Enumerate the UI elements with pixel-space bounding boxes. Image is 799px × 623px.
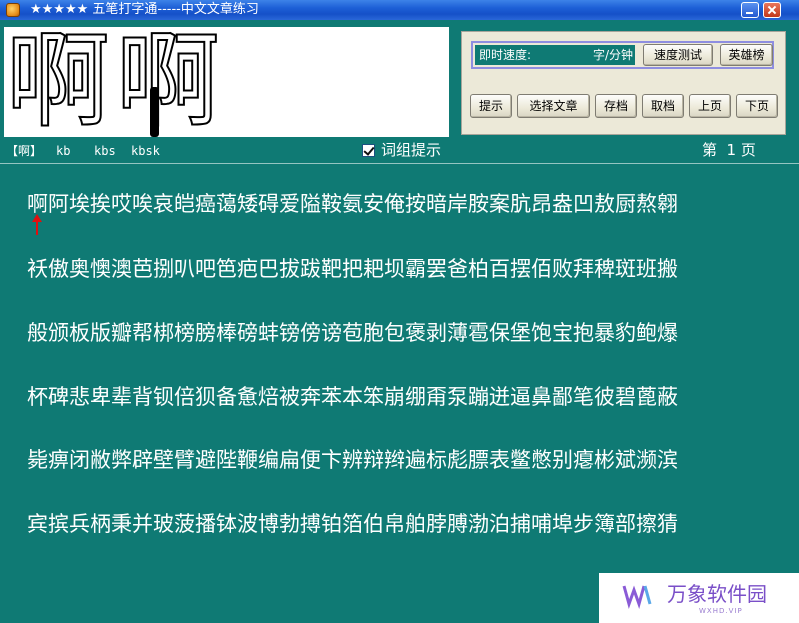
title-bar: ★★★★★ 五笔打字通-----中文文章练习	[0, 0, 799, 20]
typing-position-arrow-icon	[31, 214, 43, 236]
app-icon	[6, 3, 20, 17]
article-line-1: 啊阿埃挨哎唉哀皑癌蔼矮碍爱隘鞍氨安俺按暗岸胺案肮昂盎凹敖厨熬翱	[27, 192, 678, 216]
character-display-panel: 啊 啊	[4, 27, 449, 137]
watermark-logo-icon	[622, 585, 652, 609]
speed-unit: 字/分钟	[592, 48, 633, 62]
article-line-5: 毙痹闭敝弊辟壁臂避陛鞭编扁便卞辨辩辫遍标彪膘表鳖憋别瘪彬斌濒滨	[27, 448, 678, 472]
current-char-label: 【啊】	[6, 144, 43, 158]
wubi-code-3: kbsk	[131, 144, 160, 158]
watermark-text: 万象软件园	[667, 582, 767, 606]
hero-list-button[interactable]: 英雄榜	[720, 44, 773, 66]
watermark-subtext: WXHD.VIP	[699, 607, 743, 615]
wubi-code-1: kb	[56, 144, 71, 158]
speed-display: 即时速度: 字/分钟	[475, 45, 635, 65]
close-button[interactable]	[763, 2, 781, 18]
article-line-4: 杯碑悲卑辈背钡倍狈备惫焙被奔苯本笨崩绷甭泵蹦迸逼鼻鄙笔彼碧蓖蔽	[27, 385, 678, 409]
minimize-button[interactable]	[741, 2, 759, 18]
save-button[interactable]: 存档	[595, 94, 637, 118]
prev-page-button[interactable]: 上页	[689, 94, 731, 118]
window-title: ★★★★★ 五笔打字通-----中文文章练习	[30, 2, 259, 17]
speed-test-button[interactable]: 速度测试	[643, 44, 713, 66]
phrase-hint-label[interactable]: 词组提示	[381, 141, 441, 159]
wubi-code-2: kbs	[94, 144, 116, 158]
current-char-stroke-demo: 啊	[115, 27, 221, 137]
article-line-3: 般颁板版瓣帮梆榜膀棒磅蚌镑傍谤苞胞包褒剥薄雹保堡饱宝抱暴豹鲍爆	[27, 321, 678, 345]
speed-group: 即时速度: 字/分钟 速度测试 英雄榜	[471, 41, 774, 69]
speed-label: 即时速度:	[479, 48, 532, 62]
page-indicator: 第 1 页	[702, 141, 756, 159]
article-line-2: 袄傲奥懊澳芭捌叭吧笆疤巴拔跋靶把耙坝霸罢爸柏百摆佰败拜稗斑班搬	[27, 257, 678, 281]
current-char-outline: 啊	[5, 27, 111, 137]
article-line-6: 宾摈兵柄秉并玻菠播钵波博勃搏铂箔伯帛舶脖膊渤泊捕哺埠步簿部擦猜	[27, 512, 678, 536]
choose-article-button[interactable]: 选择文章	[517, 94, 590, 118]
divider	[0, 163, 799, 164]
load-button[interactable]: 取档	[642, 94, 684, 118]
next-page-button[interactable]: 下页	[736, 94, 778, 118]
hint-button[interactable]: 提示	[470, 94, 512, 118]
phrase-hint-checkbox[interactable]	[362, 144, 375, 157]
watermark: 万象软件园 WXHD.VIP	[599, 573, 799, 623]
highlighted-stroke	[150, 87, 159, 137]
control-panel: 即时速度: 字/分钟 速度测试 英雄榜 提示 选择文章 存档 取档 上页 下页	[461, 31, 786, 135]
